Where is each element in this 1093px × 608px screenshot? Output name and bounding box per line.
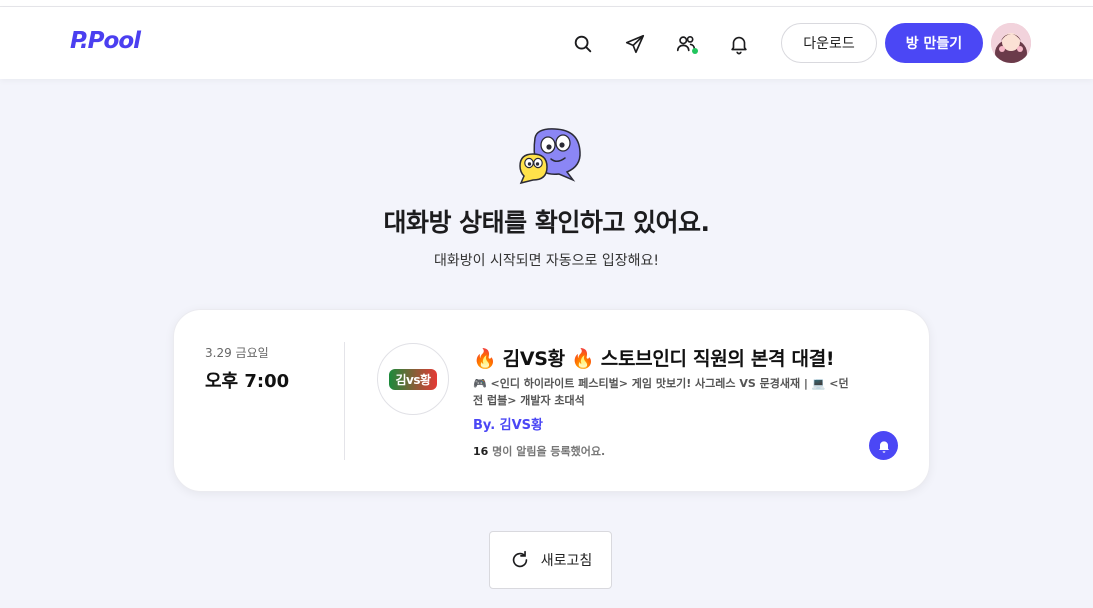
notify-bell-button[interactable] (869, 431, 898, 460)
chat-room-card[interactable]: 3.29 금요일 오후 7:00 김vs황 🔥 김VS황 🔥 스토브인디 직원의… (173, 309, 930, 492)
room-thumbnail[interactable]: 김vs황 (377, 343, 449, 415)
card-divider (344, 342, 345, 460)
send-icon[interactable] (622, 31, 648, 57)
refresh-label: 새로고침 (540, 553, 593, 569)
top-border (0, 0, 1093, 7)
download-button[interactable]: 다운로드 (781, 23, 877, 63)
top-nav: P.Pool 다운로드 방 만들기 (0, 7, 1093, 79)
status-title: 대화방 상태를 확인하고 있어요. (383, 208, 710, 237)
bell-icon[interactable] (726, 31, 752, 57)
room-time: 오후 7:00 (205, 371, 290, 392)
chat-mascot-icon (519, 128, 581, 185)
room-date: 3.29 금요일 (205, 346, 269, 360)
online-status-dot (692, 48, 698, 54)
subscriber-count-suffix: 명이 알림을 등록했어요. (488, 445, 606, 458)
room-thumbnail-text: 김vs황 (389, 368, 437, 390)
room-host[interactable]: By. 김VS황 (473, 414, 543, 433)
bell-icon (878, 440, 889, 453)
search-icon[interactable] (570, 31, 596, 57)
room-title[interactable]: 🔥 김VS황 🔥 스토브인디 직원의 본격 대결! (473, 344, 835, 371)
subscriber-count: 16 명이 알림을 등록했어요. (473, 443, 605, 459)
refresh-icon (512, 550, 527, 568)
users-icon[interactable] (673, 31, 699, 57)
refresh-button[interactable]: 새로고침 (489, 531, 612, 589)
create-room-button[interactable]: 방 만들기 (885, 23, 983, 63)
user-avatar[interactable] (991, 23, 1031, 63)
subscriber-count-number: 16 (473, 445, 489, 458)
status-subtitle: 대화방이 시작되면 자동으로 입장해요! (433, 253, 660, 269)
ppool-logo[interactable]: P.Pool (70, 28, 141, 54)
room-description: 🎮 <인디 하이라이트 페스티벌> 게임 맛보기! 사그레스 VS 문경새재 |… (473, 377, 849, 407)
